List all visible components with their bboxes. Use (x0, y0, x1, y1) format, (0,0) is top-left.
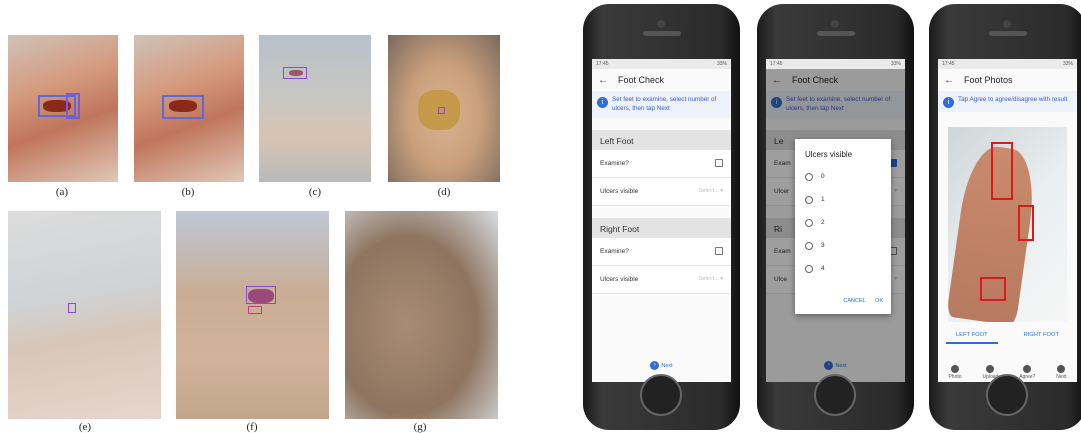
tab-left-foot[interactable]: LEFT FOOT (956, 332, 988, 338)
cloud-upload-icon (986, 365, 995, 373)
ulcers-select-right[interactable]: Select... ▾ (699, 276, 723, 282)
caption-e: (e) (78, 421, 92, 433)
foot-photo-f (176, 211, 329, 419)
option-2[interactable]: 2 (795, 211, 891, 234)
foot-result-photo (948, 127, 1067, 322)
examine-checkbox-right[interactable] (715, 247, 723, 256)
info-icon: i (597, 97, 608, 108)
detection-box-1 (991, 142, 1013, 200)
status-time: 17:45 (596, 61, 609, 67)
examine-checkbox-left[interactable] (715, 159, 723, 168)
caption-f: (f) (246, 421, 258, 433)
chevron-right-icon: › (650, 361, 660, 370)
caption-d: (d) (437, 186, 451, 198)
ulcers-select-left[interactable]: Select... ▾ (699, 188, 723, 194)
phone-foot-check: 17:45 33% ← Foot Check i Set feet to exa… (583, 4, 740, 430)
page-title: Foot Check (618, 75, 665, 85)
section-left-foot: Left Foot (592, 129, 731, 150)
radio-icon[interactable] (805, 172, 813, 181)
radio-icon[interactable] (805, 241, 813, 250)
page-title: Foot Photos (964, 75, 1013, 85)
radio-icon[interactable] (805, 264, 813, 273)
ok-button[interactable]: OK (875, 298, 883, 304)
option-1[interactable]: 1 (795, 188, 891, 211)
info-icon: i (943, 97, 954, 108)
help-icon (1023, 365, 1032, 373)
arrow-left-icon[interactable]: ← (598, 75, 608, 86)
phone-screen: 17:45 33% ← Foot Check i Set feet to exa… (766, 59, 905, 382)
battery-level: 33% (890, 61, 901, 67)
radio-icon[interactable] (805, 218, 813, 227)
dialog-title: Ulcers visible (805, 150, 853, 159)
foot-tabs: LEFT FOOT RIGHT FOOT (938, 332, 1077, 344)
camera-icon (950, 365, 959, 373)
caption-c: (c) (308, 186, 322, 198)
nav-agree[interactable]: Agree? (1019, 365, 1035, 380)
foot-photo-c (259, 35, 371, 182)
ulcers-dialog: Ulcers visible 0 1 2 3 4 CANCEL OK (795, 139, 891, 314)
row-ulcers-right[interactable]: Ulcers visible Select... ▾ (592, 265, 731, 294)
info-banner: i Set feet to examine, select number of … (592, 91, 731, 118)
arrow-left-icon[interactable]: ← (944, 75, 954, 86)
option-4[interactable]: 4 (795, 257, 891, 280)
app-bar: ← Foot Photos (938, 69, 1077, 91)
home-button[interactable] (640, 374, 682, 416)
caption-a: (a) (55, 186, 69, 198)
detection-box-2 (1018, 205, 1034, 241)
examine-label: Examine? (600, 159, 629, 167)
caption-g: (g) (413, 421, 427, 433)
info-text: Set feet to examine, select number of ul… (612, 96, 717, 113)
next-button[interactable]: › Next (592, 361, 731, 370)
section-right-foot: Right Foot (592, 217, 731, 238)
examine-label: Examine? (600, 247, 629, 255)
foot-photo-e (8, 211, 161, 419)
option-0[interactable]: 0 (795, 165, 891, 188)
earpiece-speaker (817, 31, 855, 36)
phone-screen: 17:45 33% ← Foot Check i Set feet to exa… (592, 59, 731, 382)
foot-photo-b (134, 35, 244, 182)
row-examine-right[interactable]: Examine? (592, 237, 731, 266)
detection-box-3 (980, 277, 1006, 301)
tab-right-foot[interactable]: RIGHT FOOT (1023, 332, 1059, 338)
radio-icon[interactable] (805, 195, 813, 204)
option-3[interactable]: 3 (795, 234, 891, 257)
app-bar: ← Foot Check (592, 69, 731, 91)
foot-photo-g (345, 211, 498, 419)
status-bar: 17:45 33% (766, 59, 905, 69)
ulcers-label: Ulcers visible (600, 275, 639, 283)
home-button[interactable] (986, 374, 1028, 416)
front-camera (1003, 20, 1011, 28)
next-label: Next (661, 362, 673, 369)
battery-level: 33% (1062, 61, 1073, 67)
nav-next[interactable]: Next (1056, 365, 1067, 380)
ulcers-label: Ulcers visible (600, 187, 639, 195)
info-banner: i Tap Agree to agree/disagree with resul… (938, 91, 1077, 112)
caption-b: (b) (181, 186, 195, 198)
phone-screen: 17:45 33% ← Foot Photos i Tap Agree to a… (938, 59, 1077, 382)
front-camera (657, 20, 665, 28)
active-tab-indicator (946, 342, 998, 344)
status-bar: 17:45 33% (938, 59, 1077, 69)
row-ulcers-left[interactable]: Ulcers visible Select... ▾ (592, 177, 731, 206)
battery-level: 33% (716, 61, 727, 67)
next-icon (1057, 365, 1066, 373)
status-time: 17:45 (770, 61, 783, 67)
info-text: Tap Agree to agree/disagree with result (958, 96, 1068, 103)
earpiece-speaker (643, 31, 681, 36)
nav-photo[interactable]: Photo (948, 365, 962, 380)
cancel-button[interactable]: CANCEL (843, 298, 865, 304)
status-bar: 17:45 33% (592, 59, 731, 69)
dialog-actions: CANCEL OK (835, 298, 883, 304)
front-camera (831, 20, 839, 28)
home-button[interactable] (814, 374, 856, 416)
status-time: 17:45 (942, 61, 955, 67)
phone-foot-photos: 17:45 33% ← Foot Photos i Tap Agree to a… (929, 4, 1081, 430)
foot-photo-d (388, 35, 500, 182)
row-examine-left[interactable]: Examine? (592, 149, 731, 178)
earpiece-speaker (989, 31, 1027, 36)
phone-ulcers-dialog: 17:45 33% ← Foot Check i Set feet to exa… (757, 4, 914, 430)
foot-photo-a (8, 35, 118, 182)
